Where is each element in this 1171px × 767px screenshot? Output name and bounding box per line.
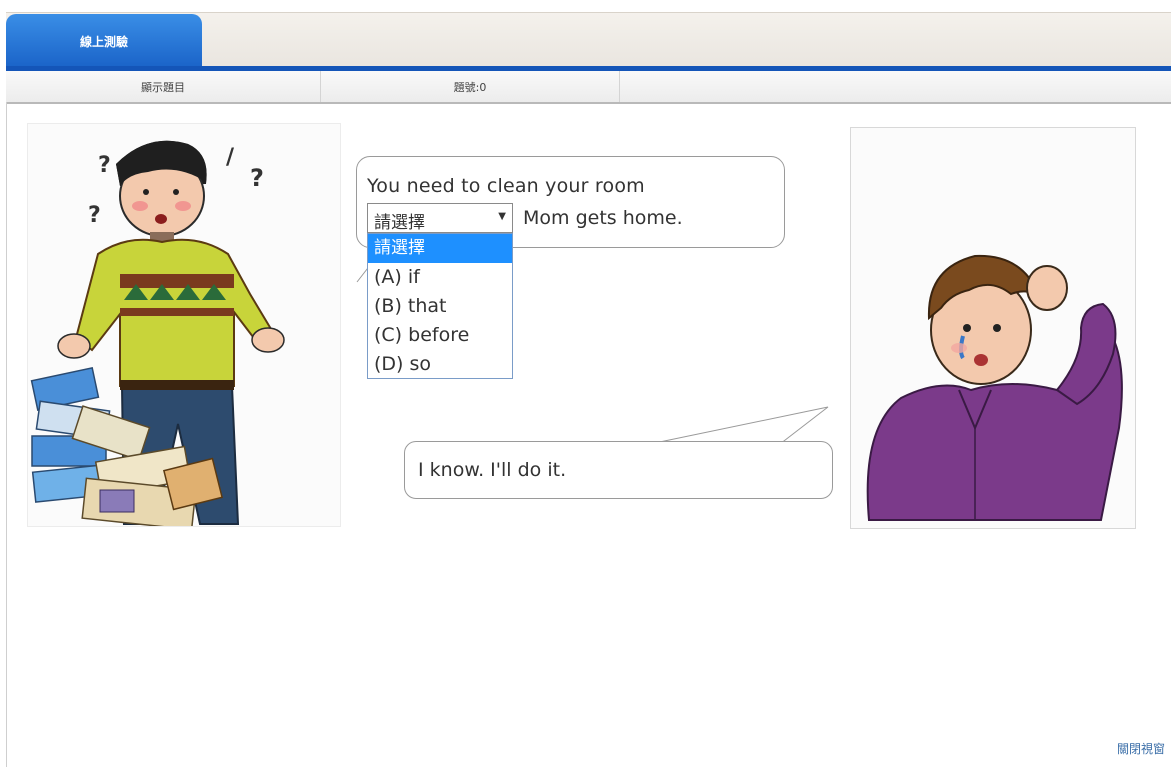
answer-select-value: 請選擇	[374, 213, 425, 233]
answer-option-c[interactable]: (C) before	[368, 321, 512, 350]
dialogue-line1-before: You need to clean your room	[367, 175, 645, 197]
question-info-bar: 顯示題目 題號:0	[6, 71, 1171, 104]
svg-text:?: ?	[88, 203, 101, 228]
svg-text:/: /	[226, 145, 235, 170]
content-left-border	[6, 102, 7, 767]
svg-text:?: ?	[98, 153, 111, 178]
show-question-button[interactable]: 顯示題目	[6, 71, 321, 102]
quiz-page: 線上測驗 顯示題目 題號:0 ? ? / ? You need to clean…	[0, 0, 1171, 767]
answer-option-d[interactable]: (D) so	[368, 350, 512, 379]
close-window-link[interactable]: 關閉視窗	[1117, 740, 1165, 757]
man-drawing	[866, 254, 1123, 521]
question-number-label: 題號:0	[321, 71, 620, 102]
dialogue-line1-after: Mom gets home.	[523, 207, 683, 229]
answer-dropdown-list: 請選擇 (A) if (B) that (C) before (D) so	[367, 233, 513, 379]
answer-option-a[interactable]: (A) if	[368, 263, 512, 292]
top-strip	[0, 0, 1171, 12]
svg-text:?: ?	[250, 164, 264, 192]
answer-option-b[interactable]: (B) that	[368, 292, 512, 321]
chevron-down-icon: ▼	[498, 211, 506, 222]
boy-messy-room-illustration: ? ? / ?	[27, 123, 341, 527]
dialogue-line2: I know. I'll do it.	[418, 459, 567, 481]
boy-drawing: ? ? / ?	[30, 140, 285, 526]
answer-option-placeholder[interactable]: 請選擇	[368, 234, 512, 263]
man-scratching-head-illustration	[850, 127, 1136, 529]
tab-online-quiz[interactable]: 線上測驗	[6, 14, 202, 68]
answer-select[interactable]: 請選擇 ▼	[367, 203, 513, 233]
